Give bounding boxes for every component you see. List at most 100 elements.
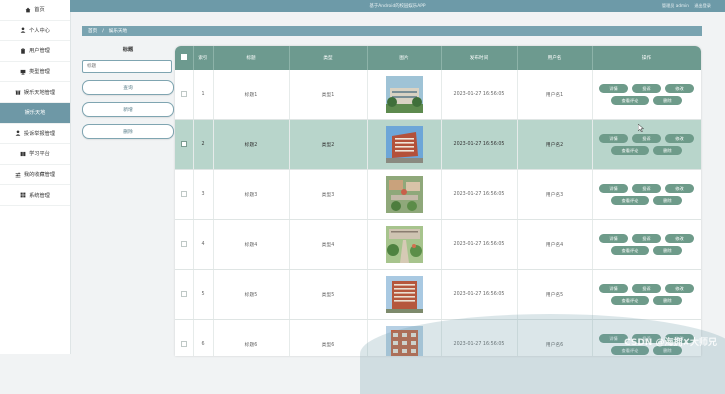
cell-type: 类型2 bbox=[289, 119, 368, 170]
row-select-cell[interactable] bbox=[175, 70, 194, 120]
row-checkbox[interactable] bbox=[180, 340, 187, 347]
delete-row-button[interactable]: 删除 bbox=[653, 96, 682, 105]
view-comments-button[interactable]: 查看评论 bbox=[611, 296, 649, 305]
sidebar-item-5[interactable]: 娱乐天地 bbox=[0, 102, 70, 124]
report-button[interactable]: 投诉 bbox=[632, 234, 661, 243]
cell-image bbox=[367, 119, 442, 170]
sidebar-item-0[interactable]: 首页 bbox=[0, 0, 70, 21]
cell-image bbox=[367, 269, 442, 320]
header-image: 图片 bbox=[367, 46, 442, 70]
delete-row-button[interactable]: 删除 bbox=[653, 246, 682, 255]
breadcrumb-home[interactable]: 首页 bbox=[88, 28, 97, 34]
view-comments-button[interactable]: 查看评论 bbox=[611, 196, 649, 205]
row-checkbox[interactable] bbox=[180, 290, 187, 297]
detail-button[interactable]: 详情 bbox=[599, 284, 628, 293]
cell-user: 用户名4 bbox=[517, 219, 593, 270]
cell-title: 标题3 bbox=[213, 169, 290, 220]
sidebar-item-9[interactable]: 系统管理 bbox=[0, 185, 70, 206]
cell-actions: 详情 投诉 修改查看评论 删除 bbox=[592, 169, 701, 220]
edit-button[interactable]: 修改 bbox=[665, 134, 694, 143]
sidebar-item-label: 个人中心 bbox=[29, 27, 50, 34]
cell-index: 6 bbox=[193, 319, 214, 356]
query-button[interactable]: 查询 bbox=[82, 80, 174, 95]
cell-type: 类型1 bbox=[289, 70, 368, 120]
cell-user: 用户名2 bbox=[517, 119, 593, 170]
detail-button[interactable]: 详情 bbox=[599, 84, 628, 93]
detail-button[interactable]: 详情 bbox=[599, 134, 628, 143]
decorative-wave bbox=[360, 314, 725, 394]
header-user: 用户名 bbox=[517, 46, 593, 70]
logout-link[interactable]: 退出登录 bbox=[694, 3, 711, 8]
table-row[interactable]: 5 标题5 类型5 2023-01-27 16:56:05 用户名5 详情 投诉 修改 查看评论… bbox=[175, 269, 701, 320]
cell-image bbox=[367, 70, 442, 120]
edit-button[interactable]: 修改 bbox=[665, 184, 694, 193]
clipboard-icon bbox=[20, 48, 26, 54]
mouse-cursor-icon bbox=[638, 124, 644, 132]
edit-button[interactable]: 修改 bbox=[665, 84, 694, 93]
edit-button[interactable]: 修改 bbox=[665, 234, 694, 243]
cell-title: 标题1 bbox=[213, 70, 290, 120]
row-checkbox[interactable] bbox=[180, 140, 187, 147]
title-search-input[interactable] bbox=[82, 60, 172, 73]
cell-index: 4 bbox=[193, 219, 214, 270]
select-all-cell[interactable] bbox=[175, 46, 194, 70]
header-time: 发布时间 bbox=[441, 46, 518, 70]
view-comments-button[interactable]: 查看评论 bbox=[611, 96, 649, 105]
add-button[interactable]: 新增 bbox=[82, 102, 174, 117]
view-comments-button[interactable]: 查看评论 bbox=[611, 246, 649, 255]
user-area: 管理员 admin 退出登录 bbox=[662, 3, 711, 9]
report-button[interactable]: 投诉 bbox=[632, 134, 661, 143]
report-button[interactable]: 投诉 bbox=[632, 84, 661, 93]
sidebar-item-label: 学习平台 bbox=[29, 151, 50, 158]
delete-selected-button[interactable]: 删除 bbox=[82, 124, 174, 139]
sidebar-item-1[interactable]: 个人中心 bbox=[0, 21, 70, 42]
cell-time: 2023-01-27 16:56:05 bbox=[441, 119, 518, 170]
header-title: 标题 bbox=[213, 46, 290, 70]
sidebar-item-label: 娱乐天地管理 bbox=[23, 89, 56, 96]
header-actions: 操作 bbox=[592, 46, 701, 70]
cell-actions: 详情 投诉 修改查看评论 删除 bbox=[592, 119, 701, 170]
sidebar-item-label: 我的收藏管理 bbox=[23, 172, 56, 179]
row-checkbox[interactable] bbox=[180, 240, 187, 247]
report-button[interactable]: 投诉 bbox=[632, 184, 661, 193]
cell-actions: 详情 投诉 修改查看评论 删除 bbox=[592, 70, 701, 120]
table-row[interactable]: 1 标题1 类型1 2023-01-27 16:56:05 用户名1 详情 投诉 修改 查看评论… bbox=[175, 70, 701, 120]
sidebar-item-4[interactable]: 娱乐天地管理 bbox=[0, 82, 70, 103]
cell-user: 用户名5 bbox=[517, 269, 593, 320]
table-row[interactable]: 2 标题2 类型2 2023-01-27 16:56:05 用户名2 详情 投诉 修改 查看评论… bbox=[175, 119, 701, 170]
row-select-cell[interactable] bbox=[175, 169, 194, 220]
view-comments-button[interactable]: 查看评论 bbox=[611, 146, 649, 155]
sidebar: 首页个人中心用户管理 类型管理娱乐天地管理娱乐天地投诉举报管理 学习平台我的收藏管理… bbox=[0, 0, 71, 354]
top-bar: 基于Android的校园娱乐APP 管理员 admin 退出登录 bbox=[70, 0, 725, 12]
row-select-cell[interactable] bbox=[175, 319, 194, 356]
delete-row-button[interactable]: 删除 bbox=[653, 296, 682, 305]
thumbnail-image bbox=[385, 126, 423, 163]
report-button[interactable]: 投诉 bbox=[632, 284, 661, 293]
row-checkbox[interactable] bbox=[180, 190, 187, 197]
sidebar-item-6[interactable]: 投诉举报管理 bbox=[0, 124, 70, 145]
edit-button[interactable]: 修改 bbox=[665, 284, 694, 293]
delete-row-button[interactable]: 删除 bbox=[653, 196, 682, 205]
sidebar-item-8[interactable]: 我的收藏管理 bbox=[0, 165, 70, 186]
cell-title: 标题5 bbox=[213, 269, 290, 320]
row-select-cell[interactable] bbox=[175, 269, 194, 320]
thumbnail-image bbox=[385, 76, 423, 113]
cell-index: 1 bbox=[193, 70, 214, 120]
cell-index: 5 bbox=[193, 269, 214, 320]
row-select-cell[interactable] bbox=[175, 219, 194, 270]
sidebar-item-label: 投诉举报管理 bbox=[23, 130, 56, 137]
header-type: 类型 bbox=[289, 46, 368, 70]
table-row[interactable]: 3 标题3 类型3 2023-01-27 16:56:05 用户名3 详情 投诉 修改 查看评论… bbox=[175, 169, 701, 220]
data-table: 索引 标题 类型 图片 发布时间 用户名 操作 1 标题1 类型1 2023-01-2… bbox=[175, 46, 701, 356]
delete-row-button[interactable]: 删除 bbox=[653, 146, 682, 155]
sidebar-item-3[interactable]: 类型管理 bbox=[0, 62, 70, 83]
cell-image bbox=[367, 169, 442, 220]
row-select-cell[interactable] bbox=[175, 119, 194, 170]
detail-button[interactable]: 详情 bbox=[599, 184, 628, 193]
select-all-checkbox[interactable] bbox=[180, 54, 187, 60]
detail-button[interactable]: 详情 bbox=[599, 234, 628, 243]
table-row[interactable]: 4 标题4 类型4 2023-01-27 16:56:05 用户名4 详情 投诉 修改 查看评论… bbox=[175, 219, 701, 270]
sidebar-item-2[interactable]: 用户管理 bbox=[0, 41, 70, 62]
row-checkbox[interactable] bbox=[180, 90, 187, 97]
sidebar-item-7[interactable]: 学习平台 bbox=[0, 144, 70, 165]
